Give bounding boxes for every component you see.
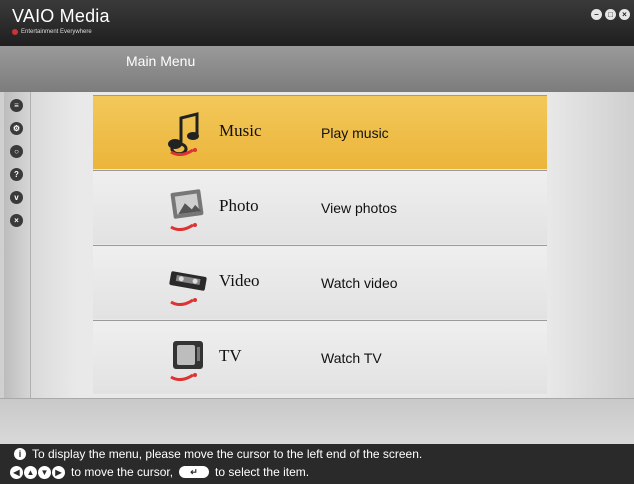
title-bar: VAIO Media Entertainment Everywhere – □ … — [0, 0, 634, 46]
brand-dot-icon — [12, 29, 18, 35]
section-title: Main Menu — [126, 53, 196, 69]
tagline-text: Entertainment Everywhere — [21, 29, 92, 35]
menu-item-description: View photos — [321, 200, 398, 216]
section-header: Main Menu — [0, 46, 634, 93]
help-line-1: i To display the menu, please move the c… — [14, 447, 422, 461]
settings-icon[interactable]: ⚙ — [10, 122, 23, 135]
arrow-down-icon: ▼ — [38, 465, 51, 479]
menu-icon[interactable]: ≡ — [10, 99, 23, 112]
arrow-right-icon: ▶ — [52, 465, 65, 479]
menu-item-music[interactable]: Music Play music — [93, 95, 547, 169]
help-bar: i To display the menu, please move the c… — [0, 444, 634, 484]
help-line-2: ◀ ▲ ▼ ▶ to move the cursor, ↵ to select … — [10, 465, 309, 479]
menu-item-label: Photo — [219, 196, 259, 215]
help-text-1: To display the menu, please move the cur… — [32, 447, 423, 461]
help-text-2b: to select the item. — [215, 465, 310, 479]
menu-item-photo[interactable]: Photo View photos — [93, 170, 547, 244]
menu-item-label: Music — [219, 121, 262, 140]
photo-frame-icon — [170, 189, 204, 231]
restore-icon[interactable]: □ — [605, 9, 616, 20]
menu-item-label: TV — [219, 346, 242, 365]
menu-item-description: Play music — [321, 125, 389, 141]
app-tagline: Entertainment Everywhere — [12, 29, 92, 35]
minimize-icon[interactable]: – — [591, 9, 602, 20]
video-tape-icon — [169, 271, 207, 306]
menu-item-label: Video — [219, 271, 260, 290]
record-icon[interactable]: ○ — [10, 145, 23, 158]
menu-item-description: Watch TV — [321, 350, 382, 366]
app-title: VAIO Media — [12, 6, 110, 26]
menu-item-description: Watch video — [321, 275, 398, 291]
tv-icon — [170, 341, 203, 381]
help-text-2a: to move the cursor, — [71, 465, 174, 479]
close-icon[interactable]: × — [10, 214, 23, 227]
arrow-left-icon: ◀ — [10, 465, 23, 479]
enter-key-icon: ↵ — [179, 466, 210, 478]
menu-item-video[interactable]: Video Watch video — [93, 245, 547, 319]
music-note-icon — [168, 112, 199, 156]
arrow-keys-icon: ◀ ▲ ▼ ▶ — [10, 465, 65, 479]
close-icon[interactable]: × — [619, 9, 630, 20]
menu-item-tv[interactable]: TV Watch TV — [93, 320, 547, 394]
info-icon: i — [14, 448, 26, 460]
footer-band — [0, 398, 634, 445]
help-icon[interactable]: ? — [10, 168, 23, 181]
window-controls: – □ × — [591, 9, 630, 20]
arrow-up-icon: ▲ — [24, 465, 37, 479]
main-menu-list: Music Play music Photo View photos Video… — [93, 95, 547, 394]
vaio-icon[interactable]: v — [10, 191, 23, 204]
left-rail: ≡ ⚙ ○ ? v × — [4, 92, 31, 398]
